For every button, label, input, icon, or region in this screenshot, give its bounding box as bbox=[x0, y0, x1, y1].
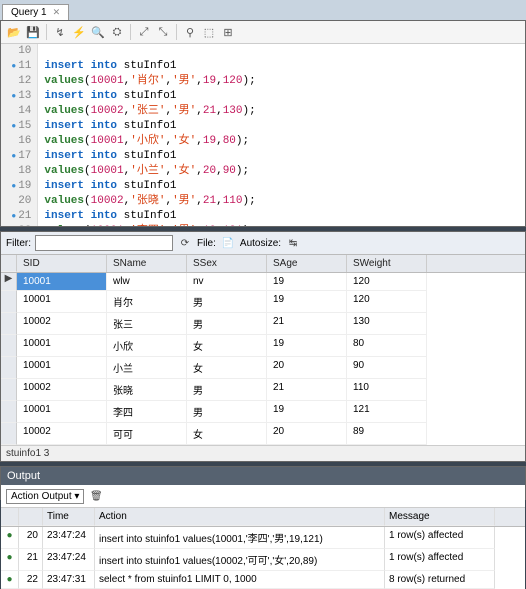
output-mode-select[interactable]: Action Output ▾ bbox=[6, 489, 84, 504]
toolbar-icon[interactable]: ⊞ bbox=[220, 24, 236, 40]
output-row[interactable]: ●2023:47:24insert into stuinfo1 values(1… bbox=[1, 527, 525, 549]
toolbar-icon[interactable]: ⤢ bbox=[136, 24, 152, 40]
editor-tabs: Query 1 ✕ bbox=[0, 0, 526, 20]
table-row[interactable]: 10002可可女2089 bbox=[1, 423, 525, 445]
clear-output-icon[interactable]: 🗑 bbox=[88, 488, 104, 504]
refresh-icon[interactable]: ⟳ bbox=[177, 235, 193, 251]
filter-label: Filter: bbox=[6, 238, 31, 249]
output-column-header: Time bbox=[43, 508, 95, 526]
success-icon: ● bbox=[6, 530, 12, 541]
filter-input[interactable] bbox=[35, 235, 173, 251]
table-row[interactable]: 10002张晓男21110 bbox=[1, 379, 525, 401]
close-icon[interactable]: ✕ bbox=[53, 7, 61, 18]
output-column-header: Action bbox=[95, 508, 385, 526]
output-column-header bbox=[19, 508, 43, 526]
toolbar-icon[interactable]: 💾 bbox=[25, 24, 41, 40]
toolbar-icon[interactable]: 📂 bbox=[6, 24, 22, 40]
column-header[interactable]: SWeight bbox=[347, 255, 427, 272]
toolbar-icon[interactable]: ↯ bbox=[52, 24, 68, 40]
table-row[interactable]: 10001肖尔男19120 bbox=[1, 291, 525, 313]
success-icon: ● bbox=[6, 552, 12, 563]
toolbar-icon[interactable]: ⤡ bbox=[155, 24, 171, 40]
column-header[interactable]: SName bbox=[107, 255, 187, 272]
success-icon: ● bbox=[6, 574, 12, 585]
column-header[interactable]: SAge bbox=[267, 255, 347, 272]
table-row[interactable]: 10001李四男19121 bbox=[1, 401, 525, 423]
tab-label: Query 1 bbox=[11, 7, 47, 18]
table-row[interactable]: ▶10001wlwnv19120 bbox=[1, 273, 525, 291]
output-title: Output bbox=[1, 467, 525, 485]
tab-query1[interactable]: Query 1 ✕ bbox=[2, 4, 69, 20]
output-table: TimeActionMessage●2023:47:24insert into … bbox=[1, 508, 525, 589]
output-row[interactable]: ●2223:47:31select * from stuinfo1 LIMIT … bbox=[1, 571, 525, 589]
file-open-icon[interactable]: 📄 bbox=[220, 235, 236, 251]
grid-status: stuinfo1 3 bbox=[1, 445, 525, 461]
filter-bar: Filter: ⟳ File: 📄 Autosize: ↹ bbox=[1, 232, 525, 255]
table-row[interactable]: 10001小欣女1980 bbox=[1, 335, 525, 357]
table-row[interactable]: 10001小兰女2090 bbox=[1, 357, 525, 379]
table-row[interactable]: 10002张三男21130 bbox=[1, 313, 525, 335]
code-editor[interactable]: 10●11 12●13 14●15 16●17 18●19 20●21 22●2… bbox=[1, 44, 525, 226]
output-panel: Output Action Output ▾ 🗑 TimeActionMessa… bbox=[0, 466, 526, 500]
editor-toolbar: 📂💾 ↯⚡🔍⛭ ⤢⤡ ⚲⬚⊞ bbox=[1, 21, 525, 44]
output-column-header bbox=[1, 508, 19, 526]
toolbar-icon[interactable]: 🔍 bbox=[90, 24, 106, 40]
file-label: File: bbox=[197, 238, 216, 249]
toolbar-icon[interactable]: ⚲ bbox=[182, 24, 198, 40]
result-grid[interactable]: SIDSNameSSexSAgeSWeight▶10001wlwnv191201… bbox=[1, 255, 525, 445]
result-grid-panel: Filter: ⟳ File: 📄 Autosize: ↹ SIDSNameSS… bbox=[0, 231, 526, 462]
toolbar-icon[interactable]: ⚡ bbox=[71, 24, 87, 40]
output-row[interactable]: ●2123:47:24insert into stuinfo1 values(1… bbox=[1, 549, 525, 571]
column-header[interactable]: SSex bbox=[187, 255, 267, 272]
sql-editor-panel: 📂💾 ↯⚡🔍⛭ ⤢⤡ ⚲⬚⊞ 10●11 12●13 14●15 16●17 1… bbox=[0, 20, 526, 227]
toolbar-icon[interactable]: ⬚ bbox=[201, 24, 217, 40]
autosize-icon[interactable]: ↹ bbox=[285, 235, 301, 251]
toolbar-icon[interactable]: ⛭ bbox=[109, 24, 125, 40]
column-header[interactable]: SID bbox=[17, 255, 107, 272]
autosize-label: Autosize: bbox=[240, 238, 281, 249]
output-column-header: Message bbox=[385, 508, 495, 526]
